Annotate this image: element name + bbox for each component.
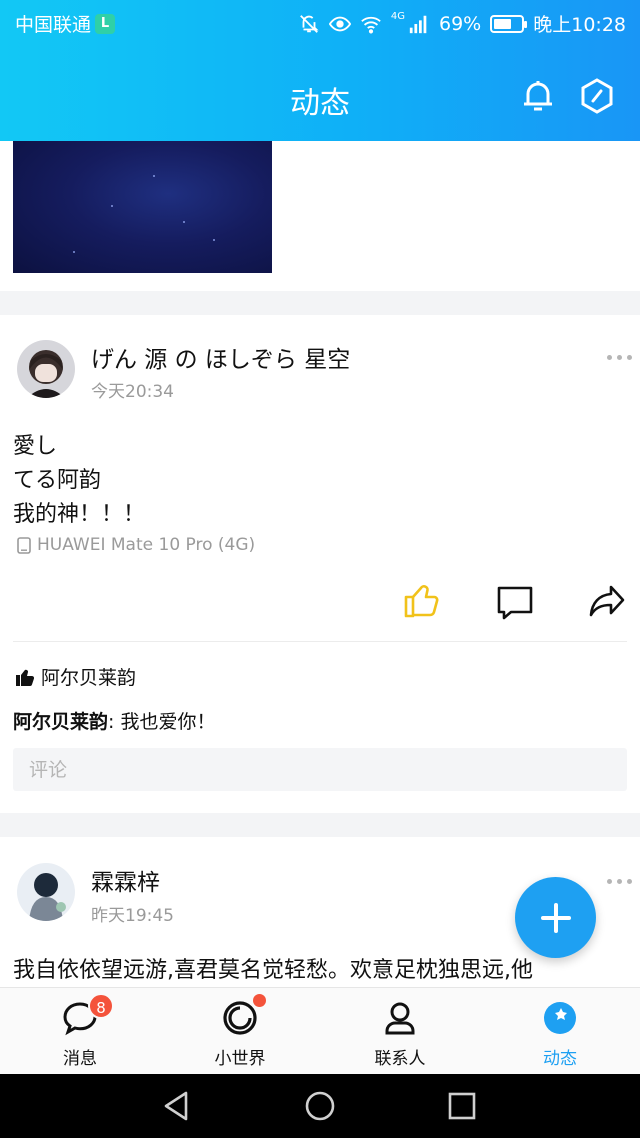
likes-row[interactable]: 阿尔贝莱韵: [15, 663, 136, 690]
notification-dot: [253, 994, 266, 1007]
post-content-line: 我自依依望远游,喜君莫名觉轻愁。欢意足枕独思远,他: [13, 958, 533, 983]
carrier-badge-icon: L: [95, 13, 116, 34]
clock: 晚上10:28: [533, 14, 626, 36]
hexagon-icon[interactable]: [578, 77, 616, 115]
star-planet-icon: [544, 1002, 576, 1034]
feed-separator: [0, 813, 640, 837]
tab-label: 小世界: [214, 1049, 266, 1069]
feed-separator: [0, 291, 640, 315]
recent-apps-icon[interactable]: [444, 1088, 480, 1124]
avatar[interactable]: [17, 863, 75, 921]
like-icon[interactable]: [402, 580, 442, 620]
bell-icon[interactable]: [519, 77, 557, 115]
post-device: HUAWEI Mate 10 Pro (4G): [17, 535, 255, 555]
battery-icon: [490, 14, 528, 33]
carrier-name: 中国联通: [15, 14, 92, 36]
status-indicators: 4G 69% 晚上10:28: [298, 10, 626, 37]
tab-contacts[interactable]: 联系人: [320, 988, 480, 1075]
phone-icon: [17, 536, 31, 554]
avatar-image: [17, 340, 75, 398]
more-options-icon[interactable]: [607, 355, 632, 360]
post-content-line: 我的神！！！: [13, 502, 146, 527]
network-type: 4G: [390, 11, 405, 22]
contact-person-icon: [385, 1002, 415, 1035]
small-world-icon: [223, 1001, 257, 1035]
carrier-info: 中国联通 L: [15, 10, 116, 37]
tab-moments[interactable]: 动态: [480, 988, 640, 1075]
post-username[interactable]: 霖霖梓: [91, 863, 160, 897]
tab-label: 联系人: [374, 1049, 426, 1069]
system-navigation-bar: [0, 1074, 640, 1138]
plus-icon: [540, 902, 571, 933]
liked-by[interactable]: 阿尔贝莱韵: [41, 663, 136, 690]
post-content-line: てる阿韵: [13, 468, 102, 493]
post-time: 昨天19:45: [91, 906, 174, 926]
unread-badge: 8: [88, 993, 114, 1019]
mute-icon: [299, 14, 319, 33]
comment-icon[interactable]: [495, 582, 535, 622]
comment-input[interactable]: [13, 748, 627, 791]
comment-item[interactable]: 阿尔贝莱韵: 我也爱你！: [13, 707, 215, 734]
battery-level: [494, 18, 511, 29]
device-name: HUAWEI Mate 10 Pro (4G): [37, 535, 256, 555]
comment-author[interactable]: 阿尔贝莱韵: [13, 711, 108, 733]
tab-label: 消息: [63, 1049, 97, 1069]
share-icon[interactable]: [587, 581, 627, 621]
avatar[interactable]: [17, 340, 75, 398]
tab-label: 动态: [543, 1049, 577, 1069]
more-options-icon[interactable]: [607, 879, 632, 884]
previous-post-image[interactable]: [13, 141, 272, 273]
comment-separator: :: [108, 711, 121, 733]
status-bar: 中国联通 L 4G 69% 晚上10:28: [0, 0, 640, 44]
top-app-bar: 中国联通 L 4G 69% 晚上10:28 动态: [0, 0, 640, 141]
bottom-tab-bar: 8 消息 小世界 联系人 动态: [0, 987, 640, 1074]
wifi-icon: [361, 16, 381, 33]
home-icon[interactable]: [302, 1088, 338, 1124]
tab-messages[interactable]: 8 消息: [0, 988, 160, 1075]
avatar-image: [17, 863, 75, 921]
tab-small-world[interactable]: 小世界: [160, 988, 320, 1075]
back-icon[interactable]: [160, 1088, 196, 1124]
eye-icon: [328, 16, 351, 31]
battery-percent: 69%: [439, 12, 482, 35]
signal-icon: [409, 15, 427, 33]
add-post-button[interactable]: [515, 877, 596, 958]
post-time: 今天20:34: [91, 382, 174, 402]
post-content-line: 愛し: [13, 434, 58, 459]
post-username[interactable]: げん 源 の ほしぞら 星空: [91, 340, 350, 374]
thumbs-up-icon: [16, 669, 35, 686]
divider: [13, 641, 627, 642]
feed[interactable]: げん 源 の ほしぞら 星空 今天20:34 愛し てる阿韵 我的神！！！ HU…: [0, 141, 640, 987]
comment-text: 我也爱你！: [120, 711, 216, 733]
